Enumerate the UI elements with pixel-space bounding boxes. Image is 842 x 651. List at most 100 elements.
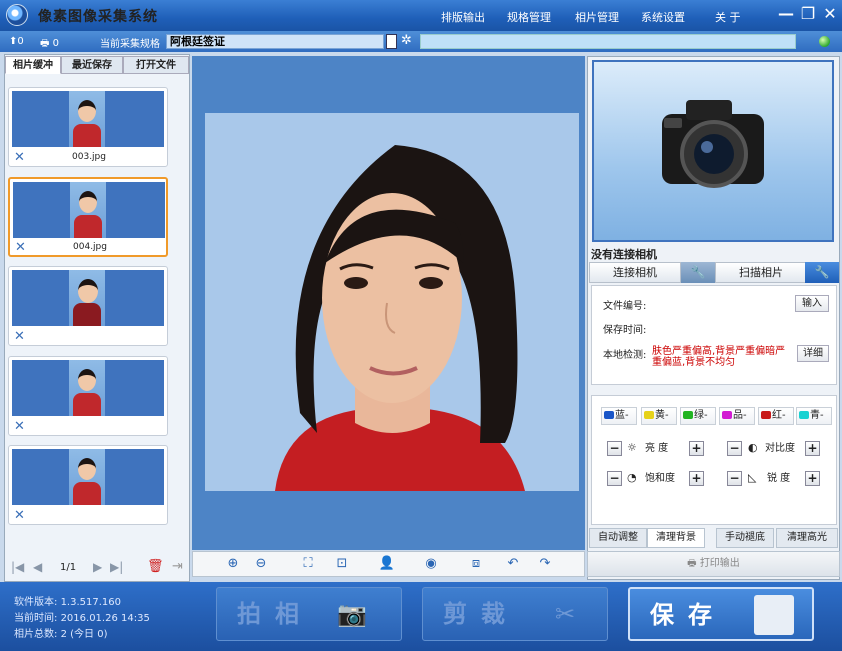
color-yellow-button[interactable]: 黄- — [641, 407, 677, 425]
total-line: 相片总数: 2 (今日 0) — [14, 625, 107, 640]
thumb-filename: 004.jpg — [73, 242, 107, 252]
portrait-frame-icon[interactable]: ⧈ — [467, 555, 485, 573]
person-icon[interactable]: 👤 — [378, 555, 396, 573]
scan-settings-wrench-icon[interactable]: 🔧 — [805, 262, 839, 283]
print-count: 🖶 0 — [40, 36, 59, 53]
save-label: 保存 — [650, 601, 726, 629]
remove-icon[interactable]: ✕ — [14, 329, 25, 344]
sharpness-minus-button[interactable]: − — [727, 471, 742, 486]
menu-system-settings[interactable]: 系统设置 — [641, 9, 685, 25]
redeye-icon[interactable]: ◉ — [418, 555, 444, 573]
spec-dropdown-button[interactable] — [386, 34, 397, 49]
last-page-icon[interactable]: ▶| — [110, 560, 123, 574]
contrast-label: 对比度 — [765, 443, 795, 454]
app-title: 像素图像采集系统 — [38, 9, 158, 25]
color-green-button[interactable]: 绿- — [680, 407, 716, 425]
first-page-icon[interactable]: |◀ — [11, 560, 24, 574]
color-cyan-button[interactable]: 青- — [796, 407, 832, 425]
export-icon[interactable]: ⇥ — [172, 559, 183, 574]
tab-clean-highlight[interactable]: 清理高光 — [776, 528, 838, 548]
color-red-button[interactable]: 红- — [758, 407, 794, 425]
save-button[interactable]: 保存 — [628, 587, 814, 641]
camera-icon — [662, 100, 764, 188]
scan-photo-button[interactable]: 扫描相片 — [715, 262, 807, 283]
tab-open-file[interactable]: 打开文件 — [123, 56, 189, 74]
page-indicator: 1/1 — [60, 562, 77, 573]
print-count-value: 0 — [52, 38, 60, 49]
contrast-minus-button[interactable]: − — [727, 441, 742, 456]
tab-clean-background[interactable]: 清理背景 — [647, 528, 705, 548]
tab-photo-buffer[interactable]: 相片缓冲 — [5, 56, 61, 74]
saturation-plus-button[interactable]: + — [689, 471, 704, 486]
remove-icon[interactable]: ✕ — [14, 419, 25, 434]
saturation-label: 饱和度 — [645, 473, 675, 484]
remove-icon[interactable]: ✕ — [14, 508, 25, 523]
shoot-button[interactable]: 拍相 📷 — [216, 587, 402, 641]
connect-camera-button[interactable]: 连接相机 — [589, 262, 681, 283]
connect-settings-wrench-icon[interactable]: 🔧 — [681, 262, 715, 283]
zoom-in-icon[interactable]: ⊕ — [224, 555, 242, 573]
app-logo-icon — [6, 4, 28, 26]
save-time-label: 保存时间: — [603, 325, 647, 336]
red-swatch-icon — [761, 411, 771, 419]
thumb-card[interactable]: ✕ — [8, 356, 168, 436]
thumb-card[interactable]: ✕ 003.jpg — [8, 87, 168, 167]
thumbnail-image — [69, 270, 105, 326]
tab-auto-adjust[interactable]: 自动调整 — [589, 528, 647, 548]
print-output-button[interactable]: 🖶 打印输出 — [587, 551, 840, 577]
time-label: 当前时间: — [14, 613, 58, 624]
color-label: 绿- — [694, 410, 708, 421]
brightness-minus-button[interactable]: − — [607, 441, 622, 456]
rotate-right-icon[interactable]: ↷ — [536, 555, 554, 573]
local-check-result: 肤色严重偏高,背景严重偏暗严重偏蓝,背景不均匀 — [652, 346, 786, 368]
next-page-icon[interactable]: ▶ — [93, 560, 102, 574]
contrast-icon: ◐ — [748, 441, 758, 454]
gear-icon[interactable]: ✲ — [401, 33, 415, 49]
restore-button[interactable]: ❐ — [798, 4, 818, 24]
thumb-filename: 003.jpg — [72, 152, 106, 162]
color-label: 蓝- — [615, 410, 629, 421]
thumb-card[interactable]: ✕ — [8, 266, 168, 346]
color-magenta-button[interactable]: 品- — [719, 407, 755, 425]
portrait-illustration — [205, 113, 579, 491]
contrast-plus-button[interactable]: + — [805, 441, 820, 456]
cyan-swatch-icon — [799, 411, 809, 419]
thumbnail-image — [69, 360, 105, 416]
fit-window-icon[interactable]: ⛶ — [299, 555, 317, 573]
upload-count: ⬆0 — [9, 36, 24, 47]
version-line: 软件版本: 1.3.517.160 — [14, 593, 121, 608]
yellow-swatch-icon — [644, 411, 654, 419]
prev-page-icon[interactable]: ◀ — [33, 560, 42, 574]
rotate-left-icon[interactable]: ↶ — [504, 555, 522, 573]
magenta-swatch-icon — [722, 411, 732, 419]
input-button[interactable]: 输入 — [795, 295, 829, 312]
tab-recent-saved[interactable]: 最近保存 — [61, 56, 123, 74]
saturation-icon: ◔ — [627, 471, 637, 484]
time-value: 2016.01.26 14:35 — [60, 613, 150, 624]
portrait-photo[interactable] — [205, 113, 579, 491]
brightness-plus-button[interactable]: + — [689, 441, 704, 456]
camera-preview — [592, 60, 834, 242]
menu-spec-management[interactable]: 规格管理 — [507, 9, 551, 25]
camera-status: 没有连接相机 — [591, 248, 657, 261]
thumb-card[interactable]: ✕ — [8, 445, 168, 525]
menu-photo-management[interactable]: 相片管理 — [575, 9, 619, 25]
brightness-label: 亮 度 — [645, 443, 669, 454]
crop-button[interactable]: 剪裁 ✂ — [422, 587, 608, 641]
spec-select[interactable]: 阿根廷签证 — [166, 34, 384, 49]
trash-icon[interactable]: 🗑 — [147, 559, 164, 574]
minimize-button[interactable]: — — [776, 4, 796, 24]
actual-size-icon[interactable]: ⊡ — [333, 555, 351, 573]
detail-button[interactable]: 详细 — [797, 345, 829, 362]
thumb-card-selected[interactable]: ✕ 004.jpg — [8, 177, 168, 257]
zoom-out-icon[interactable]: ⊖ — [252, 555, 270, 573]
close-button[interactable]: ✕ — [820, 4, 840, 24]
menu-about[interactable]: 关 于 — [715, 9, 741, 25]
sharpness-plus-button[interactable]: + — [805, 471, 820, 486]
tab-manual-fade[interactable]: 手动褪底 — [716, 528, 774, 548]
file-number-label: 文件编号: — [603, 301, 647, 312]
color-blue-button[interactable]: 蓝- — [601, 407, 637, 425]
menu-layout-output[interactable]: 排版输出 — [441, 9, 485, 25]
saturation-minus-button[interactable]: − — [607, 471, 622, 486]
color-label: 青- — [810, 410, 824, 421]
